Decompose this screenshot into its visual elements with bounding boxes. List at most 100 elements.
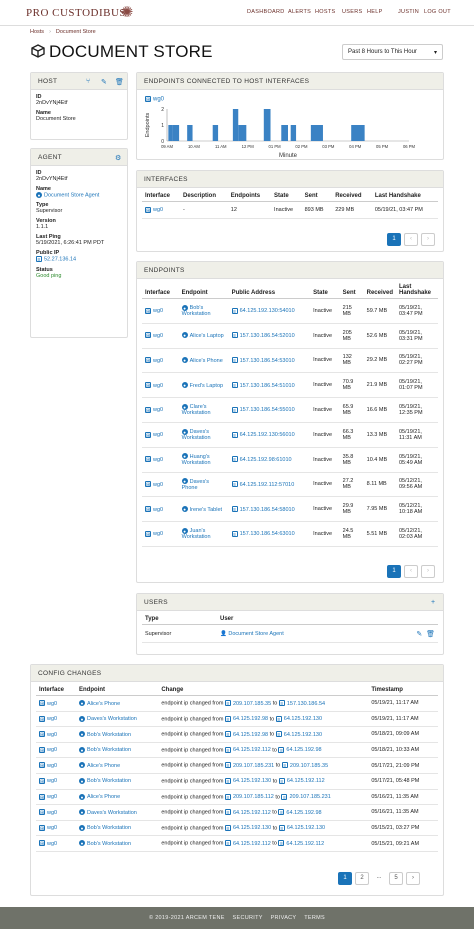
old-ip-link[interactable]: ≡ 209.107.185.231 — [224, 762, 274, 769]
endpoint-link[interactable]: ● Daves's Workstation — [78, 715, 137, 722]
interface-link[interactable]: ⊞ wg0 — [145, 357, 163, 364]
old-ip-link[interactable]: ≡ 64.125.192.98 — [224, 715, 268, 723]
public-address-link[interactable]: ≡ 64.125.192.112:57010 — [231, 481, 294, 488]
endpoint-link[interactable]: ● Daves's Workstation — [78, 809, 137, 816]
footer-terms[interactable]: TERMS — [304, 915, 325, 921]
interface-link[interactable]: ⊞ wg0 — [39, 778, 57, 785]
nav-logout[interactable]: LOG OUT — [424, 9, 451, 15]
new-ip-link[interactable]: ≡ 64.125.192.98 — [278, 746, 322, 754]
old-ip-link[interactable]: ≡ 64.125.192.112 — [224, 809, 271, 816]
public-address-link[interactable]: ≡ 157.130.186.54:58010 — [231, 506, 295, 513]
interface-link[interactable]: ⊞ wg0 — [145, 506, 163, 513]
agent-name-link[interactable]: ● Document Store Agent — [36, 192, 122, 198]
interface-link[interactable]: ⊞ wg0 — [39, 731, 57, 738]
interface-link[interactable]: ⊞ wg0 — [39, 715, 57, 723]
brand-logo[interactable]: PRO CUSTODIBUS — [26, 7, 126, 19]
public-address-link[interactable]: ≡ 157.130.186.54:51010 — [231, 382, 295, 389]
interface-link[interactable]: ⊞ wg0 — [39, 700, 57, 707]
nav-dashboard[interactable]: DASHBOARD — [247, 9, 285, 15]
interface-link[interactable]: ⊞ wg0 — [39, 793, 57, 801]
delete-icon[interactable]: 🗑 — [426, 631, 435, 638]
interface-link[interactable]: ⊞ wg0 — [145, 530, 163, 538]
public-address-link[interactable]: ≡ 157.130.186.54:52010 — [231, 332, 295, 339]
edit-icon[interactable]: ✎ — [416, 631, 422, 638]
new-ip-link[interactable]: ≡ 209.107.185.35 — [281, 762, 328, 769]
page-5-button[interactable]: 5 — [389, 872, 403, 885]
interface-link[interactable]: ⊞ wg0 — [39, 762, 57, 769]
nav-users[interactable]: USERS — [342, 9, 362, 15]
new-ip-link[interactable]: ≡ 64.125.192.98 — [278, 809, 322, 816]
old-ip-link[interactable]: ≡ 64.125.192.112 — [224, 746, 271, 754]
endpoint-link[interactable]: ● Irene's Tablet — [181, 506, 222, 513]
endpoint-link[interactable]: ● Alice's Phone — [78, 793, 120, 800]
public-address-link[interactable]: ≡ 64.125.192.98:61010 — [231, 456, 292, 463]
endpoint-link[interactable]: ● Daves's Workstation — [181, 428, 211, 441]
interface-link[interactable]: ⊞ wg0 — [145, 456, 163, 463]
endpoint-link[interactable]: ● Alice's Phone — [181, 357, 223, 364]
new-ip-link[interactable]: ≡ 64.125.192.112 — [278, 840, 324, 847]
share-icon[interactable]: ⑂ — [86, 78, 91, 85]
new-ip-link[interactable]: ≡ 64.125.192.112 — [278, 778, 325, 785]
new-ip-link[interactable]: ≡ 209.107.185.231 — [281, 793, 331, 801]
interface-link[interactable]: ⊞ wg0 — [39, 746, 57, 754]
public-address-link[interactable]: ≡ 64.125.192.130:54010 — [231, 307, 295, 315]
nav-help[interactable]: HELP — [367, 9, 383, 15]
endpoint-link[interactable]: ● Bob's Workstation — [78, 746, 131, 753]
endpoint-link[interactable]: ● Bob's Workstation — [78, 731, 131, 738]
old-ip-link[interactable]: ≡ 64.125.192.98 — [224, 731, 268, 738]
endpoint-link[interactable]: ● Alice's Phone — [78, 700, 120, 707]
footer-privacy[interactable]: PRIVACY — [271, 915, 297, 921]
nav-user[interactable]: JUSTIN — [398, 9, 419, 15]
public-address-link[interactable]: ≡ 157.130.186.54:63010 — [231, 530, 295, 538]
new-ip-link[interactable]: ≡ 64.125.192.130 — [275, 731, 322, 738]
new-ip-link[interactable]: ≡ 64.125.192.130 — [275, 715, 322, 723]
public-address-link[interactable]: ≡ 64.125.192.130:56010 — [231, 431, 295, 439]
old-ip-link[interactable]: ≡ 64.125.192.130 — [224, 778, 271, 785]
new-ip-link[interactable]: ≡ 64.125.192.130 — [278, 824, 325, 832]
interface-link[interactable]: ⊞ wg0 — [39, 824, 57, 832]
endpoint-link[interactable]: ● Daves's Phone — [181, 478, 209, 491]
old-ip-link[interactable]: ≡ 209.107.185.112 — [224, 793, 274, 801]
edit-icon[interactable]: ✎ — [101, 78, 107, 86]
endpoint-link[interactable]: ● Juan's Workstation — [181, 527, 211, 540]
endpoint-link[interactable]: ● Alice's Laptop — [181, 332, 224, 339]
user-link[interactable]: 👤 Document Store Agent — [217, 624, 381, 643]
prev-page-button[interactable]: ‹ — [404, 233, 418, 246]
gear-icon[interactable]: ⚙ — [115, 154, 122, 162]
interface-link[interactable]: ⊞ wg0 — [145, 206, 163, 214]
page-1-button[interactable]: 1 — [387, 233, 401, 246]
page-2-button[interactable]: 2 — [355, 872, 369, 885]
public-address-link[interactable]: ≡ 157.130.186.54:55010 — [231, 406, 295, 414]
nav-hosts[interactable]: HOSTS — [315, 9, 335, 15]
page-1-button[interactable]: 1 — [387, 565, 401, 578]
add-user-icon[interactable]: + — [431, 599, 435, 606]
nav-alerts[interactable]: ALERTS — [288, 9, 311, 15]
next-page-button[interactable]: › — [421, 233, 435, 246]
interface-link[interactable]: ⊞ wg0 — [145, 406, 163, 414]
endpoint-link[interactable]: ● Alice's Phone — [78, 762, 120, 769]
old-ip-link[interactable]: ≡ 64.125.192.130 — [224, 824, 271, 832]
next-page-button[interactable]: › — [406, 872, 420, 885]
interface-link[interactable]: ⊞ wg0 — [39, 840, 57, 847]
endpoint-link[interactable]: ● Clare's Workstation — [181, 403, 211, 416]
interface-link[interactable]: ⊞ wg0 — [145, 382, 163, 389]
public-address-link[interactable]: ≡ 157.130.186.54:53010 — [231, 357, 295, 364]
delete-icon[interactable]: 🗑 — [115, 78, 124, 86]
time-range-select[interactable]: Past 8 Hours to This Hour ▾ — [342, 44, 443, 60]
endpoint-link[interactable]: ● Bob's Workstation — [181, 304, 211, 317]
next-page-button[interactable]: › — [421, 565, 435, 578]
interface-link[interactable]: ⊞ wg0 — [145, 431, 163, 439]
interface-link[interactable]: ⊞ wg0 — [145, 481, 163, 488]
page-1-button[interactable]: 1 — [338, 872, 352, 885]
interface-link[interactable]: ⊞ wg0 — [39, 809, 57, 816]
interface-link[interactable]: ⊞ wg0 — [145, 332, 163, 339]
interface-link[interactable]: ⊞ wg0 — [145, 307, 163, 315]
old-ip-link[interactable]: ≡ 64.125.192.112 — [224, 840, 271, 847]
endpoint-link[interactable]: ● Bob's Workstation — [78, 840, 131, 847]
endpoint-link[interactable]: ● Bob's Workstation — [78, 778, 131, 784]
footer-security[interactable]: SECURITY — [233, 915, 263, 921]
endpoint-link[interactable]: ● Fred's Laptop — [181, 382, 223, 389]
endpoint-link[interactable]: ● Bob's Workstation — [78, 824, 131, 831]
agent-ip-link[interactable]: ≡ 52.27.136.14 — [36, 256, 122, 263]
old-ip-link[interactable]: ≡ 209.107.185.35 — [224, 700, 271, 707]
